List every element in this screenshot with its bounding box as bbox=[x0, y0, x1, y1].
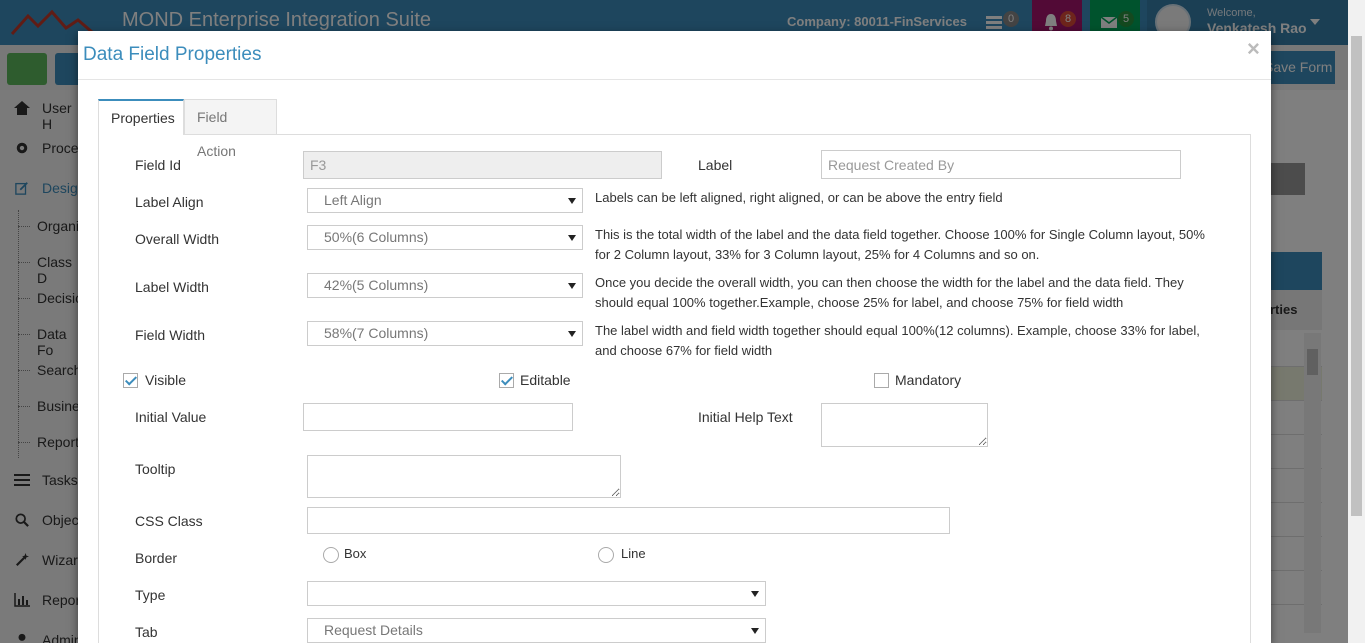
editable-checkbox[interactable] bbox=[499, 373, 514, 388]
field-width-label: Field Width bbox=[135, 327, 206, 343]
border-box-label: Box bbox=[344, 546, 367, 561]
select-value: 50%(6 Columns) bbox=[324, 229, 429, 245]
tooltip-label: Tooltip bbox=[135, 461, 176, 477]
chevron-down-icon bbox=[751, 591, 759, 597]
label-align-label: Label Align bbox=[135, 194, 204, 210]
border-box-radio[interactable] bbox=[323, 547, 339, 563]
visible-checkbox[interactable] bbox=[123, 373, 138, 388]
type-select[interactable] bbox=[307, 581, 766, 606]
modal-title: Data Field Properties bbox=[83, 44, 262, 65]
chevron-down-icon bbox=[568, 235, 576, 241]
page-scrollbar[interactable] bbox=[1348, 0, 1365, 643]
chevron-down-icon bbox=[568, 198, 576, 204]
mandatory-label: Mandatory bbox=[895, 372, 962, 388]
initial-help-text-label: Initial Help Text bbox=[698, 409, 793, 425]
field-id-input: F3 bbox=[303, 151, 662, 179]
select-value: Request Details bbox=[324, 622, 423, 638]
chevron-down-icon bbox=[751, 628, 759, 634]
divider bbox=[78, 79, 1271, 80]
field-width-help: The label width and field width together… bbox=[595, 323, 1200, 358]
visible-label: Visible bbox=[145, 372, 186, 388]
label-align-help: Labels can be left aligned, right aligne… bbox=[595, 190, 1003, 205]
initial-help-text-textarea[interactable] bbox=[821, 403, 988, 447]
border-line-radio[interactable] bbox=[598, 547, 614, 563]
select-value: 58%(7 Columns) bbox=[324, 325, 429, 341]
overall-width-help: This is the total width of the label and… bbox=[595, 227, 1205, 262]
field-id-label: Field Id bbox=[135, 157, 181, 173]
css-class-label: CSS Class bbox=[135, 513, 203, 529]
type-label: Type bbox=[135, 587, 166, 603]
label-align-select[interactable]: Left Align bbox=[307, 188, 583, 213]
label-width-label: Label Width bbox=[135, 279, 209, 295]
select-value: 42%(5 Columns) bbox=[324, 277, 429, 293]
mandatory-checkbox[interactable] bbox=[874, 373, 889, 388]
chevron-down-icon bbox=[568, 331, 576, 337]
initial-value-label: Initial Value bbox=[135, 409, 207, 425]
field-width-select[interactable]: 58%(7 Columns) bbox=[307, 321, 583, 346]
chevron-down-icon bbox=[568, 283, 576, 289]
tab-field-label: Tab bbox=[135, 624, 158, 640]
editable-label: Editable bbox=[520, 372, 571, 388]
label-field-label: Label bbox=[698, 157, 733, 173]
border-label: Border bbox=[135, 550, 178, 566]
data-field-properties-modal: Data Field Properties × Properties Field… bbox=[78, 31, 1271, 643]
overall-width-label: Overall Width bbox=[135, 231, 220, 247]
tab-panel bbox=[98, 134, 1251, 643]
label-width-select[interactable]: 42%(5 Columns) bbox=[307, 273, 583, 298]
overall-width-select[interactable]: 50%(6 Columns) bbox=[307, 225, 583, 250]
label-input[interactable] bbox=[821, 150, 1181, 179]
tab-select[interactable]: Request Details bbox=[307, 618, 766, 643]
border-line-label: Line bbox=[621, 546, 646, 561]
css-class-input[interactable] bbox=[307, 507, 950, 534]
initial-value-input[interactable] bbox=[303, 403, 573, 431]
select-value: Left Align bbox=[324, 192, 382, 208]
tab-properties[interactable]: Properties bbox=[98, 99, 184, 135]
close-icon[interactable]: × bbox=[1247, 36, 1260, 62]
label-width-help: Once you decide the overall width, you c… bbox=[595, 275, 1184, 310]
tooltip-textarea[interactable] bbox=[307, 455, 621, 498]
tab-field-action[interactable]: Field Action bbox=[184, 99, 277, 159]
scrollbar-thumb[interactable] bbox=[1351, 36, 1362, 516]
